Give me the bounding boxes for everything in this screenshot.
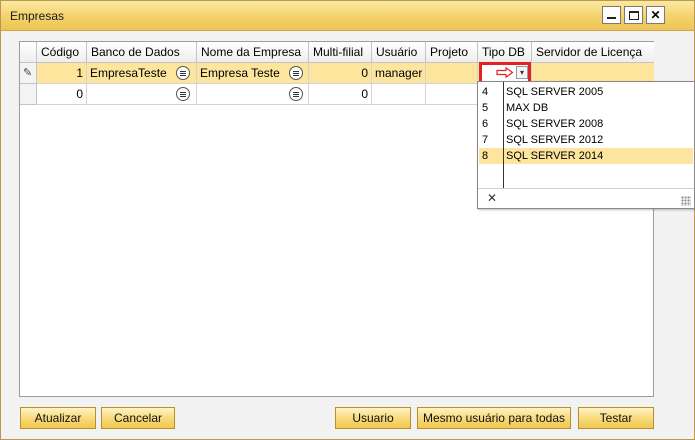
- empresas-window: Empresas ✕ Código Banco de Dados Nome da…: [0, 0, 695, 440]
- minimize-button[interactable]: [602, 6, 621, 24]
- cell-banco-de-dados[interactable]: EmpresaTeste: [87, 63, 197, 84]
- dropdown-option[interactable]: 4 SQL SERVER 2005: [479, 84, 693, 100]
- option-name: SQL SERVER 2005: [506, 86, 604, 98]
- usuario-button[interactable]: Usuario: [335, 407, 411, 429]
- dropdown-column-divider: [503, 82, 504, 188]
- row-selector-header: [20, 42, 37, 63]
- col-header-servidor-de-licenca[interactable]: Servidor de Licença: [532, 42, 654, 63]
- col-header-codigo[interactable]: Código: [37, 42, 87, 63]
- dropdown-option[interactable]: 6 SQL SERVER 2008: [479, 116, 693, 132]
- option-name: MAX DB: [506, 102, 549, 114]
- cell-banco-de-dados[interactable]: [87, 84, 197, 105]
- atualizar-button[interactable]: Atualizar: [20, 407, 96, 429]
- dropdown-option[interactable]: 7 SQL SERVER 2012: [479, 132, 693, 148]
- col-header-tipo-db[interactable]: Tipo DB: [478, 42, 532, 63]
- row-selector-1[interactable]: ✎: [20, 63, 37, 84]
- col-header-multi-filial[interactable]: Multi-filial: [309, 42, 372, 63]
- col-header-nome-da-empresa[interactable]: Nome da Empresa: [197, 42, 309, 63]
- cell-nome-da-empresa[interactable]: Empresa Teste: [197, 63, 309, 84]
- col-header-banco-de-dados[interactable]: Banco de Dados: [87, 42, 197, 63]
- maximize-button[interactable]: [624, 6, 643, 24]
- col-header-projeto[interactable]: Projeto: [426, 42, 478, 63]
- window-title: Empresas: [10, 9, 65, 23]
- close-icon: ✕: [650, 8, 661, 22]
- tipo-db-dropdown: 4 SQL SERVER 2005 5 MAX DB 6 SQL SERVER …: [477, 81, 695, 209]
- cell-multi-filial[interactable]: 0: [309, 84, 372, 105]
- cell-codigo[interactable]: 1: [37, 63, 87, 84]
- option-code: 5: [482, 102, 489, 114]
- arrow-right-icon: [496, 67, 514, 78]
- dropdown-footer: ✕: [478, 188, 694, 208]
- pencil-icon: ✎: [23, 67, 33, 79]
- close-icon[interactable]: ✕: [487, 191, 497, 205]
- option-name: SQL SERVER 2008: [506, 118, 604, 130]
- testar-button[interactable]: Testar: [578, 407, 654, 429]
- dropdown-option-selected[interactable]: 8 SQL SERVER 2014: [479, 148, 693, 164]
- option-code: 8: [482, 150, 489, 162]
- mesmo-usuario-button[interactable]: Mesmo usuário para todas: [417, 407, 571, 429]
- cell-codigo[interactable]: 0: [37, 84, 87, 105]
- dropdown-option[interactable]: 5 MAX DB: [479, 100, 693, 116]
- minimize-icon: [607, 17, 616, 19]
- cell-banco-de-dados-value: EmpresaTeste: [90, 66, 167, 80]
- lookup-icon[interactable]: [176, 87, 190, 101]
- cell-multi-filial[interactable]: 0: [309, 63, 372, 84]
- lookup-icon[interactable]: [289, 87, 303, 101]
- resize-grip-icon[interactable]: [681, 196, 691, 206]
- cell-nome-da-empresa[interactable]: [197, 84, 309, 105]
- option-code: 7: [482, 134, 489, 146]
- row-selector-2[interactable]: [20, 84, 37, 105]
- dropdown-arrow-icon[interactable]: ▾: [516, 66, 528, 79]
- cell-projeto[interactable]: [426, 63, 478, 84]
- lookup-icon[interactable]: [289, 66, 303, 80]
- cell-projeto[interactable]: [426, 84, 478, 105]
- close-button[interactable]: ✕: [646, 6, 665, 24]
- cell-nome-da-empresa-value: Empresa Teste: [200, 66, 280, 80]
- col-header-usuario[interactable]: Usuário: [372, 42, 426, 63]
- option-name: SQL SERVER 2012: [506, 134, 604, 146]
- option-code: 4: [482, 86, 489, 98]
- lookup-icon[interactable]: [176, 66, 190, 80]
- title-bar: Empresas ✕: [1, 1, 694, 31]
- cell-usuario[interactable]: manager: [372, 63, 426, 84]
- cell-usuario[interactable]: [372, 84, 426, 105]
- cancelar-button[interactable]: Cancelar: [101, 407, 175, 429]
- option-name: SQL SERVER 2014: [506, 150, 604, 162]
- maximize-icon: [628, 10, 639, 20]
- option-code: 6: [482, 118, 489, 130]
